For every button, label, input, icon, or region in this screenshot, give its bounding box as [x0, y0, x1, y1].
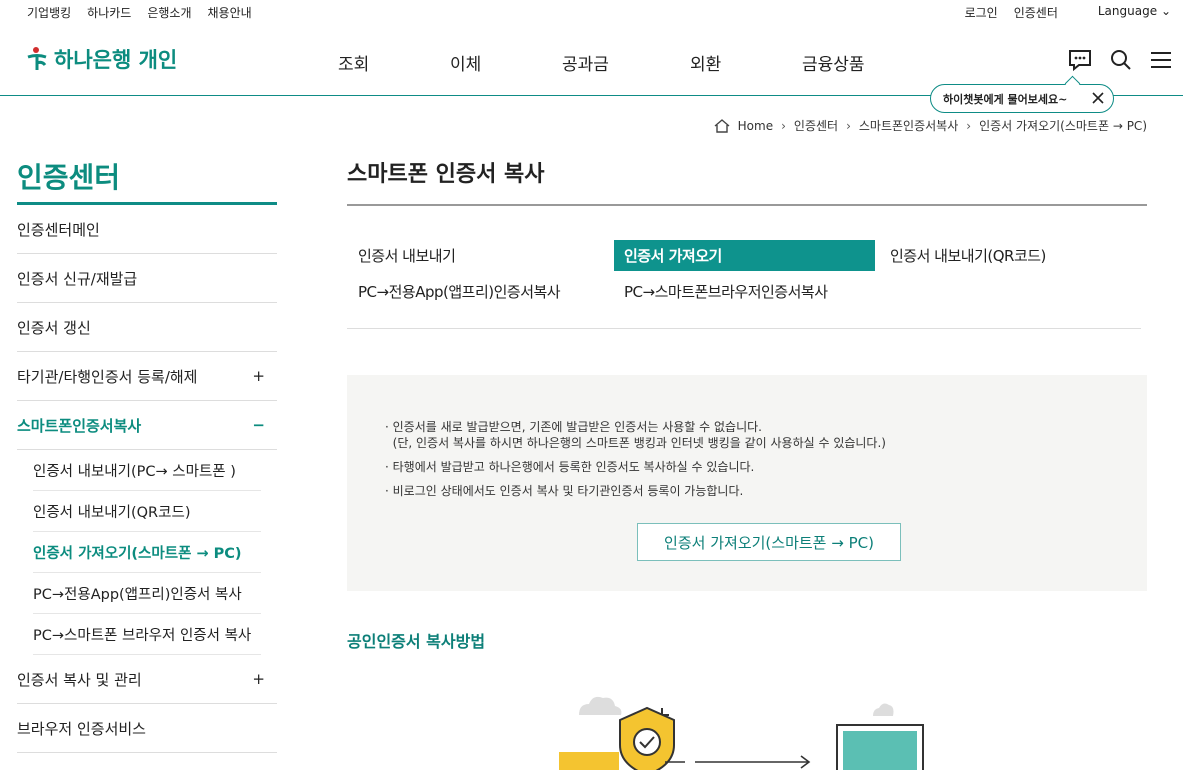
side-nav: 인증센터 인증센터메인 인증서 신규/재발급 인증서 갱신 타기관/타행인증서 … [17, 150, 277, 753]
hana-logo-icon [27, 47, 47, 70]
expand-icon[interactable]: + [252, 670, 265, 688]
language-label: Language [1097, 4, 1158, 18]
arrow-right-icon [665, 755, 811, 769]
gnb-products[interactable]: 금융상품 [802, 50, 865, 75]
sidebar-item-cert-renew[interactable]: 인증서 갱신 [17, 303, 277, 352]
copy-method-illustration [559, 696, 924, 770]
subitem-export-qr[interactable]: 인증서 내보내기(QR코드) [33, 491, 261, 532]
gnb-fx[interactable]: 외환 [690, 50, 802, 75]
logo-text: 하나은행 개인 [54, 48, 178, 72]
sidebar-submenu: 인증서 내보내기(PC→ 스마트폰 ) 인증서 내보내기(QR코드) 인증서 가… [17, 450, 277, 655]
sidebar-item-browser-cert[interactable]: 브라우저 인증서비스 [17, 704, 277, 753]
sidebar-item-label: 브라우저 인증서비스 [17, 719, 146, 738]
main-content: 스마트폰 인증서 복사 인증서 내보내기 인증서 가져오기 인증서 내보내기(Q… [347, 150, 1147, 770]
utility-links-right: 로그인 인증센터 Language ⌄ [965, 4, 1171, 21]
expand-icon[interactable]: + [252, 367, 265, 385]
folder-icon [559, 752, 619, 770]
breadcrumb-smartphone-copy[interactable]: 스마트폰인증서복사 [859, 117, 958, 134]
monitor-icon [836, 724, 924, 770]
utility-links-left: 기업뱅킹 하나카드 은행소개 채용안내 [27, 4, 252, 21]
shield-check-icon [619, 706, 675, 770]
tab-export[interactable]: 인증서 내보내기 [348, 240, 608, 271]
cloud-small-icon [873, 703, 894, 716]
import-cert-button[interactable]: 인증서 가져오기(스마트폰 → PC) [637, 523, 901, 561]
breadcrumb-cert-center[interactable]: 인증센터 [794, 117, 838, 134]
close-icon[interactable] [1091, 91, 1105, 105]
chevron-right-icon: › [781, 118, 786, 133]
link-recruit[interactable]: 채용안내 [208, 4, 252, 21]
home-icon [714, 118, 730, 133]
sidebar-item-label: 인증서 복사 및 관리 [17, 670, 142, 689]
chatbot-tooltip[interactable]: 하이챗봇에게 물어보세요~ [930, 84, 1114, 113]
sidebar-item-label: 인증센터메인 [17, 220, 100, 239]
cert-center-link[interactable]: 인증센터 [1014, 4, 1058, 21]
gnb-inquiry[interactable]: 조회 [338, 50, 450, 75]
tab-menu: 인증서 내보내기 인증서 가져오기 인증서 내보내기(QR코드) PC→전용Ap… [347, 240, 1141, 329]
chevron-right-icon: › [846, 118, 851, 133]
link-bank-intro[interactable]: 은행소개 [147, 4, 191, 21]
global-nav: 조회 이체 공과금 외환 금융상품 [338, 50, 865, 75]
notice-box: · 인증서를 새로 발급받으면, 기존에 발급받은 인증서는 사용할 수 없습니… [347, 375, 1147, 591]
gnb-transfer[interactable]: 이체 [450, 50, 562, 75]
link-corporate-banking[interactable]: 기업뱅킹 [27, 4, 71, 21]
sidebar-item-label: 인증서 갱신 [17, 318, 91, 337]
subitem-import[interactable]: 인증서 가져오기(스마트폰 → PC) [33, 532, 261, 573]
header-tools [1067, 48, 1173, 72]
chevron-down-icon: ⌄ [1160, 4, 1171, 18]
chatbot-icon[interactable] [1067, 48, 1093, 72]
chatbot-tooltip-text: 하이챗봇에게 물어보세요~ [943, 92, 1068, 106]
link-hana-card[interactable]: 하나카드 [87, 4, 131, 21]
sidebar-item-label: 타기관/타행인증서 등록/해제 [17, 367, 198, 386]
breadcrumb-home[interactable]: Home [738, 119, 773, 133]
gnb-utility[interactable]: 공과금 [562, 50, 690, 75]
notice-item: · 타행에서 발급받고 하나은행에서 등록한 인증서도 복사하실 수 있습니다. [385, 460, 755, 474]
notice-item: · 비로그인 상태에서도 인증서 복사 및 타기관인증서 등록이 가능합니다. [385, 484, 744, 498]
login-link[interactable]: 로그인 [965, 4, 998, 21]
sidebar-item-label: 인증서 신규/재발급 [17, 269, 138, 288]
notice-item: · 인증서를 새로 발급받으면, 기존에 발급받은 인증서는 사용할 수 없습니… [385, 420, 886, 450]
menu-icon[interactable] [1149, 48, 1173, 72]
language-select[interactable]: Language ⌄ [1098, 4, 1171, 21]
breadcrumb-current: 인증서 가져오기(스마트폰 → PC) [979, 119, 1147, 133]
page-title: 스마트폰 인증서 복사 [347, 150, 1147, 206]
section-heading: 공인인증서 복사방법 [347, 632, 486, 651]
side-nav-title: 인증센터 [17, 150, 277, 205]
subitem-export-pc[interactable]: 인증서 내보내기(PC→ 스마트폰 ) [33, 450, 261, 491]
utility-bar: 기업뱅킹 하나카드 은행소개 채용안내 로그인 인증센터 Language ⌄ [0, 0, 1183, 24]
search-icon[interactable] [1109, 48, 1133, 72]
cloud-icon [579, 696, 622, 715]
sidebar-item-cert-manage[interactable]: 인증서 복사 및 관리 + [17, 655, 277, 704]
sidebar-item-other-cert[interactable]: 타기관/타행인증서 등록/해제 + [17, 352, 277, 401]
sidebar-item-cert-main[interactable]: 인증센터메인 [17, 205, 277, 254]
sidebar-item-smartphone-copy[interactable]: 스마트폰인증서복사 − [17, 401, 277, 450]
subitem-browser-copy[interactable]: PC→스마트폰 브라우저 인증서 복사 [33, 614, 261, 655]
tab-import[interactable]: 인증서 가져오기 [614, 240, 875, 271]
chevron-right-icon: › [966, 118, 972, 133]
tab-appfree[interactable]: PC→전용App(앱프리)인증서복사 [348, 276, 608, 307]
collapse-icon[interactable]: − [252, 416, 265, 434]
tab-browser[interactable]: PC→스마트폰브라우저인증서복사 [614, 276, 875, 307]
subitem-appfree[interactable]: PC→전용App(앱프리)인증서 복사 [33, 573, 261, 614]
sidebar-item-label: 스마트폰인증서복사 [17, 416, 142, 435]
tab-export-qr[interactable]: 인증서 내보내기(QR코드) [880, 240, 1141, 271]
breadcrumb: Home › 인증센터 › 스마트폰인증서복사 › 인증서 가져오기(스마트폰 … [714, 117, 1147, 134]
logo[interactable]: 하나은행 개인 [26, 44, 177, 74]
sidebar-item-cert-issue[interactable]: 인증서 신규/재발급 [17, 254, 277, 303]
notice-list: · 인증서를 새로 발급받으면, 기존에 발급받은 인증서는 사용할 수 없습니… [385, 419, 886, 507]
